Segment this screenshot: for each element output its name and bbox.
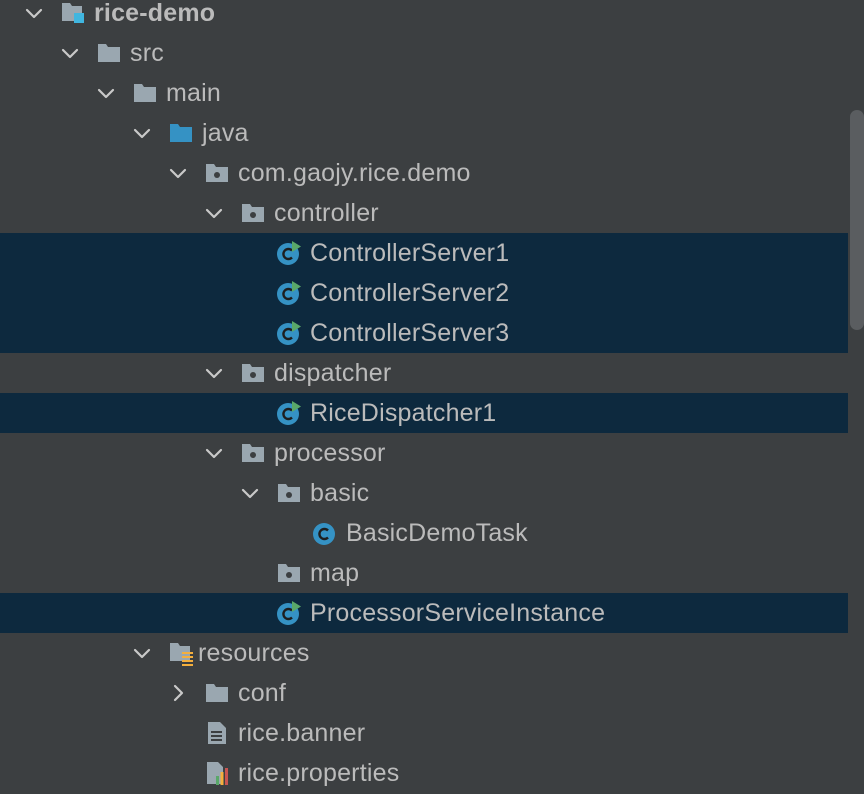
- tree-node-controller[interactable]: controller: [0, 193, 848, 233]
- tree-node-basic-demo-task[interactable]: BasicDemoTask: [0, 513, 848, 553]
- chevron-down-icon[interactable]: [204, 363, 224, 383]
- tree-node-controller-server-2[interactable]: ControllerServer2: [0, 273, 848, 313]
- tree-node-src[interactable]: src: [0, 33, 848, 73]
- tree-node-label: dispatcher: [274, 359, 392, 387]
- folder-icon: [96, 40, 122, 66]
- tree-node-label: main: [166, 79, 221, 107]
- properties-file-icon: [204, 760, 230, 786]
- tree-node-label: ProcessorServiceInstance: [310, 599, 606, 627]
- tree-node-label: ControllerServer1: [310, 239, 510, 267]
- folder-icon: [204, 680, 230, 706]
- project-tree: rice-demo src main java com.gaojy.rice.d: [0, 0, 848, 794]
- tree-node-label: controller: [274, 199, 379, 227]
- tree-node-label: basic: [310, 479, 370, 507]
- tree-node-label: BasicDemoTask: [346, 519, 528, 547]
- tree-node-dispatcher[interactable]: dispatcher: [0, 353, 848, 393]
- chevron-down-icon[interactable]: [204, 203, 224, 223]
- tree-node-resources[interactable]: resources: [0, 633, 848, 673]
- tree-node-java[interactable]: java: [0, 113, 848, 153]
- tree-node-label: RiceDispatcher1: [310, 399, 497, 427]
- chevron-down-icon[interactable]: [96, 83, 116, 103]
- chevron-down-icon[interactable]: [132, 643, 152, 663]
- scrollbar-thumb[interactable]: [850, 110, 864, 330]
- resources-folder-icon: [168, 640, 194, 666]
- tree-node-processor[interactable]: processor: [0, 433, 848, 473]
- tree-node-label: com.gaojy.rice.demo: [238, 159, 471, 187]
- tree-node-rice-properties[interactable]: rice.properties: [0, 753, 848, 793]
- package-icon: [276, 560, 302, 586]
- runnable-class-icon: [276, 240, 302, 266]
- tree-node-rice-dispatcher-1[interactable]: RiceDispatcher1: [0, 393, 848, 433]
- module-folder-icon: [60, 0, 86, 26]
- chevron-down-icon[interactable]: [204, 443, 224, 463]
- folder-icon: [132, 80, 158, 106]
- chevron-down-icon[interactable]: [240, 483, 260, 503]
- package-icon: [276, 480, 302, 506]
- package-icon: [240, 200, 266, 226]
- tree-node-label: rice.properties: [238, 759, 400, 787]
- runnable-class-icon: [276, 400, 302, 426]
- chevron-right-icon[interactable]: [168, 683, 188, 703]
- tree-node-label: processor: [274, 439, 386, 467]
- tree-node-label: map: [310, 559, 360, 587]
- tree-node-label: ControllerServer3: [310, 319, 510, 347]
- runnable-class-icon: [276, 320, 302, 346]
- chevron-down-icon[interactable]: [132, 123, 152, 143]
- tree-node-com-gaojy-rice-demo[interactable]: com.gaojy.rice.demo: [0, 153, 848, 193]
- tree-node-rice-banner[interactable]: rice.banner: [0, 713, 848, 753]
- tree-node-map[interactable]: map: [0, 553, 848, 593]
- tree-node-processor-service-instance[interactable]: ProcessorServiceInstance: [0, 593, 848, 633]
- runnable-class-icon: [276, 280, 302, 306]
- chevron-down-icon[interactable]: [60, 43, 80, 63]
- chevron-down-icon[interactable]: [24, 3, 44, 23]
- tree-node-label: ControllerServer2: [310, 279, 510, 307]
- chevron-down-icon[interactable]: [168, 163, 188, 183]
- tree-node-label: conf: [238, 679, 287, 707]
- class-icon: [312, 520, 338, 546]
- tree-node-conf[interactable]: conf: [0, 673, 848, 713]
- package-icon: [240, 360, 266, 386]
- package-icon: [204, 160, 230, 186]
- runnable-class-icon: [276, 600, 302, 626]
- tree-node-label: rice.banner: [238, 719, 366, 747]
- tree-node-controller-server-1[interactable]: ControllerServer1: [0, 233, 848, 273]
- tree-node-label: src: [130, 39, 164, 67]
- tree-node-basic[interactable]: basic: [0, 473, 848, 513]
- tree-node-rice-demo[interactable]: rice-demo: [0, 0, 848, 33]
- tree-node-main[interactable]: main: [0, 73, 848, 113]
- tree-node-controller-server-3[interactable]: ControllerServer3: [0, 313, 848, 353]
- tree-node-label: resources: [198, 639, 310, 667]
- tree-node-label: java: [202, 119, 249, 147]
- package-icon: [240, 440, 266, 466]
- tree-node-label: rice-demo: [94, 0, 216, 27]
- source-root-folder-icon: [168, 120, 194, 146]
- text-file-icon: [204, 720, 230, 746]
